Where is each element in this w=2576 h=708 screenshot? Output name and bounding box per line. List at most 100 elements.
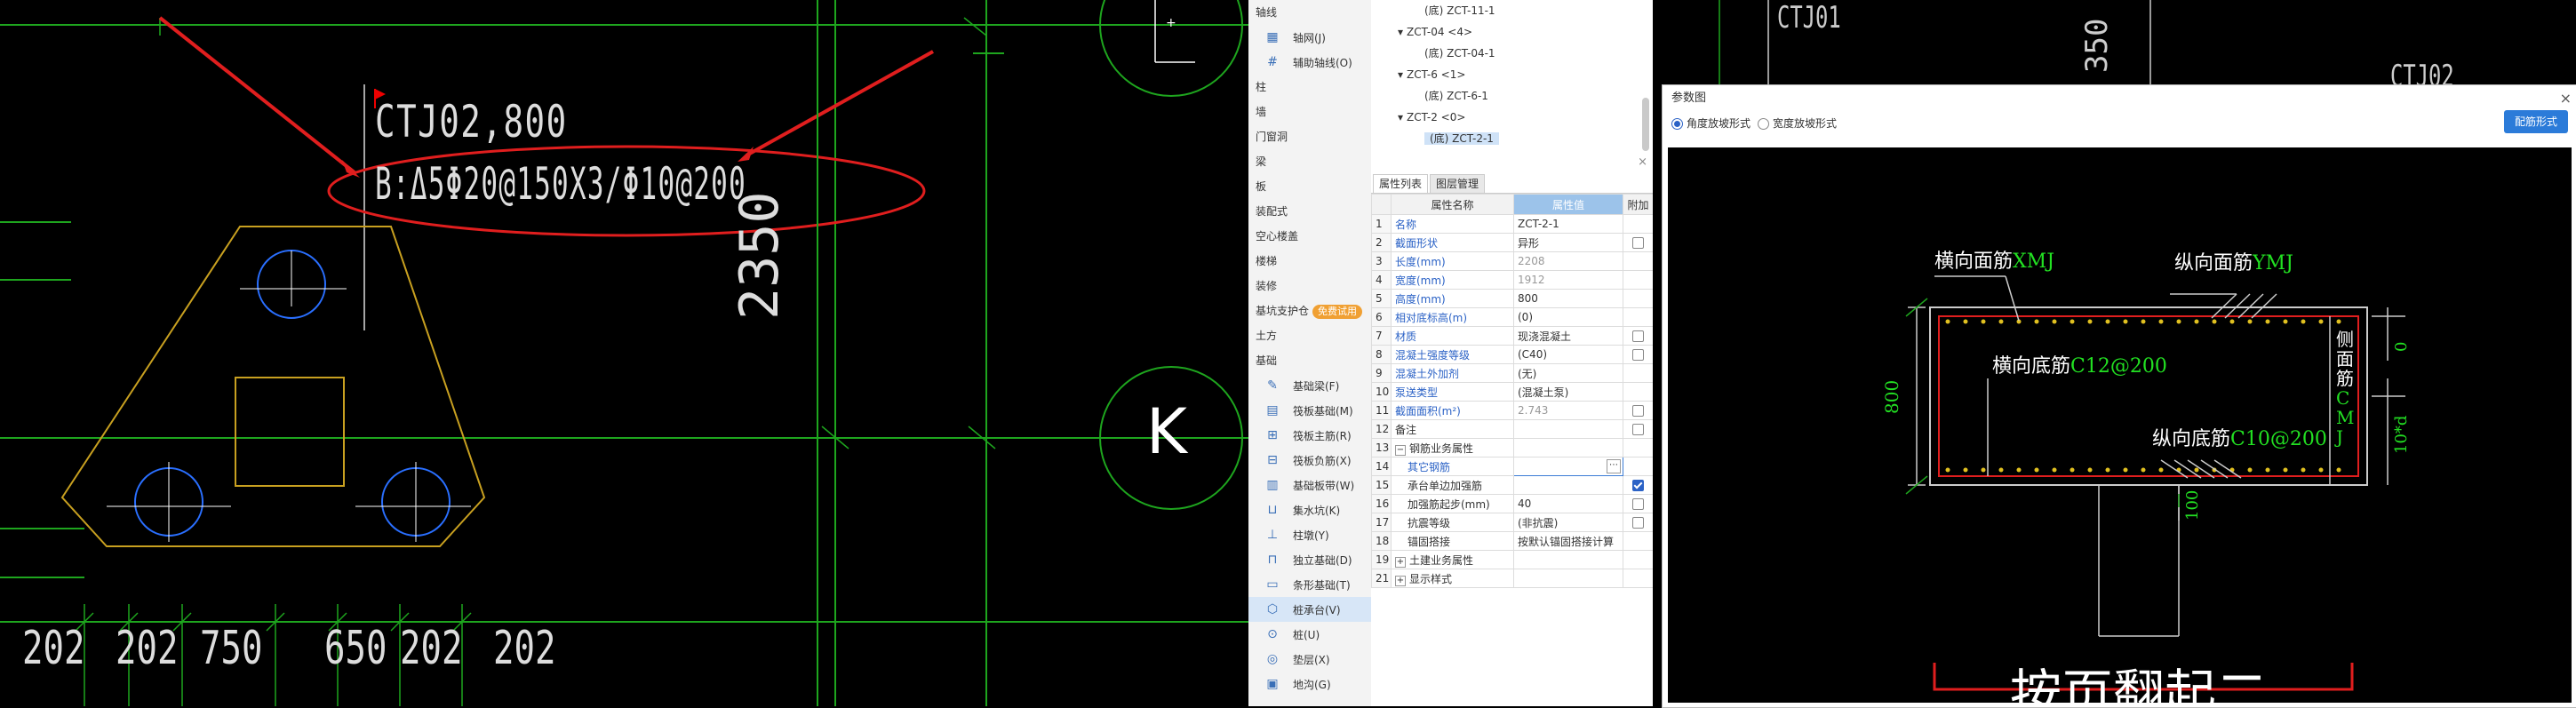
- expand-arrow-icon[interactable]: ▾: [1398, 26, 1403, 38]
- sidebar-item[interactable]: ⊙ 桩(U): [1248, 622, 1371, 647]
- dialog-close-icon[interactable]: ×: [2560, 85, 2572, 112]
- cad-canvas-left[interactable]: + CTJ02,800 B:Δ5Φ20@150X3/Φ10@200 2350 K: [0, 0, 1248, 706]
- property-value[interactable]: 异形: [1513, 233, 1623, 252]
- sidebar-category[interactable]: 基坑支护仓 免费试用: [1248, 298, 1371, 323]
- property-value[interactable]: (无): [1513, 363, 1623, 383]
- expand-plus-icon[interactable]: +: [1395, 575, 1406, 586]
- property-row[interactable]: 7 材质 现浇混凝土: [1371, 326, 1653, 346]
- sidebar-item[interactable]: ▭ 条形基础(T): [1248, 572, 1371, 597]
- props-close-icon[interactable]: ×: [1638, 155, 1647, 169]
- collapse-minus-icon[interactable]: −: [1395, 444, 1406, 456]
- property-value[interactable]: (C40): [1513, 345, 1623, 364]
- property-row[interactable]: 10 泵送类型 (混凝土泵): [1371, 382, 1653, 402]
- sidebar-item[interactable]: ⬡ 桩承台(V): [1248, 597, 1371, 622]
- property-value[interactable]: [1513, 550, 1623, 569]
- checkbox[interactable]: [1632, 424, 1644, 435]
- property-row[interactable]: 13− 钢筋业务属性: [1371, 438, 1653, 457]
- property-value[interactable]: ⋯: [1513, 457, 1623, 476]
- checkbox[interactable]: [1632, 517, 1644, 529]
- sidebar-category[interactable]: 空心楼盖: [1248, 224, 1371, 249]
- ellipsis-icon[interactable]: ⋯: [1607, 459, 1621, 473]
- sidebar-item[interactable]: ⊔ 集水坑(K): [1248, 497, 1371, 522]
- property-value[interactable]: 40: [1513, 494, 1623, 513]
- expand-arrow-icon[interactable]: ▾: [1398, 111, 1403, 123]
- sidebar-category[interactable]: 土方: [1248, 323, 1371, 348]
- property-row[interactable]: 5 高度(mm) 800: [1371, 289, 1653, 308]
- property-row[interactable]: 12 备注: [1371, 419, 1653, 439]
- sidebar-category[interactable]: 楼梯: [1248, 249, 1371, 274]
- sidebar-category[interactable]: 墙: [1248, 99, 1371, 124]
- property-value[interactable]: [1513, 419, 1623, 439]
- property-value[interactable]: ZCT-2-1: [1513, 214, 1623, 234]
- sidebar-item[interactable]: ✎ 基础梁(F): [1248, 373, 1371, 398]
- sidebar-category[interactable]: 轴线: [1248, 0, 1371, 25]
- property-row[interactable]: 15 承台单边加强筋: [1371, 475, 1653, 495]
- sidebar-category[interactable]: 板: [1248, 174, 1371, 199]
- property-row[interactable]: 3 长度(mm) 2208: [1371, 251, 1653, 271]
- sidebar-item[interactable]: ▦ 轴网(J): [1248, 25, 1371, 50]
- expand-arrow-icon[interactable]: ▾: [1398, 68, 1403, 81]
- sidebar-category[interactable]: 柱: [1248, 75, 1371, 99]
- tab-layers[interactable]: 图层管理: [1430, 174, 1486, 193]
- tree-node[interactable]: (底) ZCT-04-1: [1371, 43, 1653, 64]
- property-row[interactable]: 17 抗震等级 (非抗震): [1371, 513, 1653, 532]
- property-row[interactable]: 2 截面形状 异形: [1371, 233, 1653, 252]
- tree-node[interactable]: (底) ZCT-11-1: [1371, 0, 1653, 21]
- sidebar-item[interactable]: ⊟ 筏板负筋(X): [1248, 448, 1371, 473]
- checkbox[interactable]: [1632, 237, 1644, 249]
- trial-badge[interactable]: 免费试用: [1312, 305, 1363, 319]
- tree-node[interactable]: (底) ZCT-6-1: [1371, 85, 1653, 107]
- property-row[interactable]: 6 相对底标高(m) (0): [1371, 307, 1653, 327]
- rebar-form-button[interactable]: 配筋形式: [2503, 110, 2568, 133]
- sidebar-item[interactable]: ◎ 垫层(X): [1248, 647, 1371, 672]
- checkbox[interactable]: [1632, 349, 1644, 361]
- sidebar-item[interactable]: # 辅助轴线(O): [1248, 50, 1371, 75]
- checkbox[interactable]: [1632, 405, 1644, 417]
- checkbox[interactable]: [1632, 498, 1644, 510]
- property-value[interactable]: (非抗震): [1513, 513, 1623, 532]
- property-value[interactable]: (0): [1513, 307, 1623, 327]
- sidebar-category[interactable]: 梁: [1248, 149, 1371, 174]
- property-value[interactable]: 2208: [1513, 251, 1623, 271]
- tree-node[interactable]: ▾ ZCT-2 <0>: [1371, 107, 1653, 128]
- property-row[interactable]: 4 宽度(mm) 1912: [1371, 270, 1653, 290]
- property-value[interactable]: [1513, 438, 1623, 457]
- property-row[interactable]: 16 加强筋起步(mm) 40: [1371, 494, 1653, 513]
- radio-width-slope[interactable]: 宽度放坡形式: [1758, 115, 1837, 131]
- sidebar-category[interactable]: 基础: [1248, 348, 1371, 373]
- property-value[interactable]: 现浇混凝土: [1513, 326, 1623, 346]
- property-value[interactable]: (混凝土泵): [1513, 382, 1623, 402]
- tab-properties[interactable]: 属性列表: [1373, 174, 1429, 193]
- sidebar-item[interactable]: ▥ 基础板带(W): [1248, 473, 1371, 497]
- tree-node[interactable]: ▾ ZCT-04 <4>: [1371, 21, 1653, 43]
- property-row[interactable]: 1 名称 ZCT-2-1: [1371, 214, 1653, 234]
- property-row[interactable]: 9 混凝土外加剂 (无): [1371, 363, 1653, 383]
- expand-plus-icon[interactable]: +: [1395, 556, 1406, 568]
- property-row[interactable]: 19 + 土建业务属性: [1371, 550, 1653, 569]
- property-value[interactable]: 2.743: [1513, 401, 1623, 420]
- radio-angle-slope[interactable]: 角度放坡形式: [1671, 115, 1751, 131]
- property-value[interactable]: 按默认锚固搭接计算: [1513, 531, 1623, 551]
- property-row[interactable]: 8 混凝土强度等级 (C40): [1371, 345, 1653, 364]
- property-row[interactable]: 11 截面面积(m²) 2.743: [1371, 401, 1653, 420]
- sidebar-item[interactable]: ⊓ 独立基础(D): [1248, 547, 1371, 572]
- property-row[interactable]: 21 + 显示样式: [1371, 569, 1653, 588]
- property-value[interactable]: 1912: [1513, 270, 1623, 290]
- property-value[interactable]: 800: [1513, 289, 1623, 308]
- sidebar-category[interactable]: 门窗洞: [1248, 124, 1371, 149]
- sidebar-item[interactable]: ⊥ 柱墩(Y): [1248, 522, 1371, 547]
- sidebar-item[interactable]: ⊞ 筏板主筋(R): [1248, 423, 1371, 448]
- tree-node[interactable]: (底) ZCT-2-1: [1371, 128, 1653, 149]
- checkbox[interactable]: [1632, 330, 1644, 342]
- property-value[interactable]: [1513, 569, 1623, 588]
- sidebar-item[interactable]: ▤ 筏板基础(M): [1248, 398, 1371, 423]
- property-row[interactable]: 14 其它钢筋 ⋯: [1371, 457, 1653, 476]
- property-value[interactable]: [1513, 475, 1623, 495]
- sidebar-category[interactable]: 装修: [1248, 274, 1371, 298]
- tree-node[interactable]: ▾ ZCT-6 <1>: [1371, 64, 1653, 85]
- tree-scrollbar[interactable]: [1642, 98, 1649, 151]
- sidebar-item[interactable]: ▣ 地沟(G): [1248, 672, 1371, 696]
- property-row[interactable]: 18 锚固搭接 按默认锚固搭接计算: [1371, 531, 1653, 551]
- sidebar-category[interactable]: 装配式: [1248, 199, 1371, 224]
- checkbox-checked[interactable]: [1632, 480, 1644, 491]
